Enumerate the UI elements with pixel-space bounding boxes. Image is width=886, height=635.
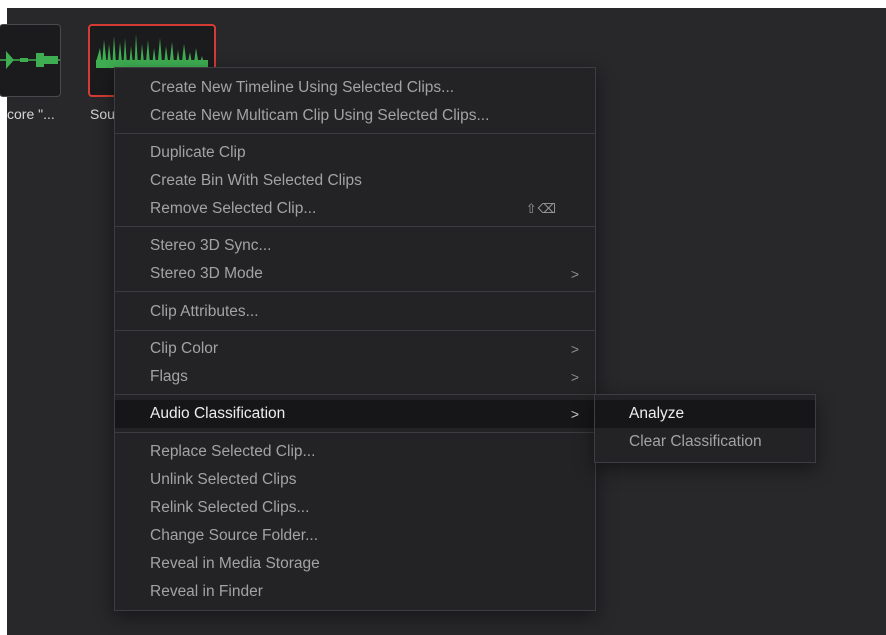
menu-item-change-source-folder[interactable]: Change Source Folder... (115, 522, 595, 550)
menu-item-label: Change Source Folder... (150, 527, 319, 544)
menu-separator (115, 133, 595, 134)
menu-item-label: Audio Classification (150, 405, 286, 422)
clip-name-score: core "... (7, 106, 55, 122)
menu-item-label: Create Bin With Selected Clips (150, 172, 362, 189)
menu-item-flags[interactable]: Flags > (115, 363, 595, 391)
submenu-item-analyze[interactable]: Analyze (595, 400, 815, 428)
menu-item-label: Clip Attributes... (150, 303, 259, 320)
submenu-item-label: Clear Classification (629, 433, 762, 450)
menu-item-label: Reveal in Finder (150, 583, 263, 600)
chevron-right-icon: > (570, 266, 579, 282)
menu-item-replace-clip[interactable]: Replace Selected Clip... (115, 438, 595, 466)
menu-separator (115, 330, 595, 331)
waveform-icon (0, 51, 60, 69)
menu-item-relink-clips[interactable]: Relink Selected Clips... (115, 494, 595, 522)
menu-item-create-timeline[interactable]: Create New Timeline Using Selected Clips… (115, 74, 595, 102)
menu-separator (115, 226, 595, 227)
menu-item-stereo-mode[interactable]: Stereo 3D Mode > (115, 260, 595, 288)
menu-separator (115, 432, 595, 433)
menu-item-label: Unlink Selected Clips (150, 471, 297, 488)
menu-item-label: Stereo 3D Mode (150, 265, 263, 282)
menu-item-audio-classification[interactable]: Audio Classification > (115, 400, 595, 428)
menu-separator (115, 291, 595, 292)
menu-item-reveal-media-storage[interactable]: Reveal in Media Storage (115, 550, 595, 578)
menu-item-create-multicam[interactable]: Create New Multicam Clip Using Selected … (115, 102, 595, 130)
shortcut-shift-delete: ⇧⌫ (525, 201, 557, 216)
menu-item-unlink-clips[interactable]: Unlink Selected Clips (115, 466, 595, 494)
menu-item-label: Replace Selected Clip... (150, 443, 316, 460)
menu-item-label: Create New Timeline Using Selected Clips… (150, 79, 455, 96)
menu-item-duplicate-clip[interactable]: Duplicate Clip (115, 139, 595, 167)
menu-item-stereo-sync[interactable]: Stereo 3D Sync... (115, 232, 595, 260)
chevron-right-icon: > (570, 406, 579, 422)
menu-item-label: Remove Selected Clip... (150, 200, 317, 217)
menu-item-label: Duplicate Clip (150, 144, 246, 161)
audio-classification-submenu: Analyze Clear Classification (594, 394, 816, 463)
menu-item-clip-attributes[interactable]: Clip Attributes... (115, 298, 595, 326)
chevron-right-icon: > (570, 341, 579, 357)
clip-name-selected: Sou (90, 106, 115, 122)
menu-separator (115, 394, 595, 395)
clip-thumbnail-score[interactable] (0, 24, 61, 97)
menu-item-reveal-finder[interactable]: Reveal in Finder (115, 578, 595, 606)
menu-item-remove-clip[interactable]: Remove Selected Clip... ⇧⌫ (115, 195, 595, 223)
menu-item-label: Create New Multicam Clip Using Selected … (150, 107, 490, 124)
menu-item-label: Flags (150, 368, 188, 385)
context-menu: Create New Timeline Using Selected Clips… (114, 67, 596, 611)
submenu-item-clear-classification[interactable]: Clear Classification (595, 428, 815, 456)
menu-item-label: Reveal in Media Storage (150, 555, 320, 572)
menu-item-create-bin[interactable]: Create Bin With Selected Clips (115, 167, 595, 195)
chevron-right-icon: > (570, 369, 579, 385)
menu-item-label: Clip Color (150, 340, 219, 357)
menu-item-label: Relink Selected Clips... (150, 499, 310, 516)
submenu-item-label: Analyze (629, 405, 685, 422)
menu-item-label: Stereo 3D Sync... (150, 237, 272, 254)
menu-item-clip-color[interactable]: Clip Color > (115, 335, 595, 363)
